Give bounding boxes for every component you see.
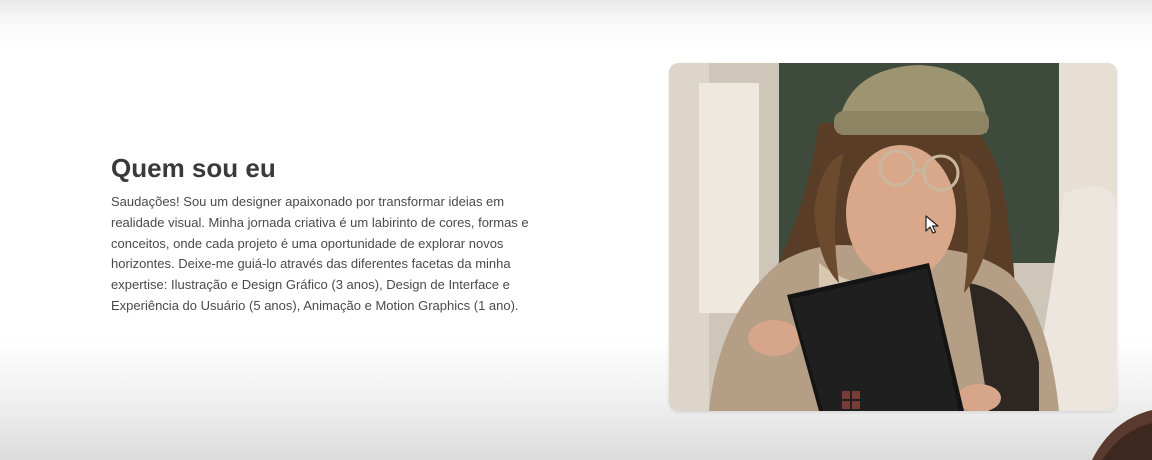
- about-text-block: Quem sou eu Saudações! Sou um designer a…: [111, 152, 561, 317]
- profile-photo: [669, 63, 1117, 411]
- section-title: Quem sou eu: [111, 153, 276, 183]
- about-section: Quem sou eu Saudações! Sou um designer a…: [0, 0, 1152, 460]
- mouse-pointer-icon: [925, 215, 941, 235]
- corner-decoration: [1092, 405, 1152, 460]
- section-body-text: Saudações! Sou um designer apaixonado po…: [111, 194, 529, 313]
